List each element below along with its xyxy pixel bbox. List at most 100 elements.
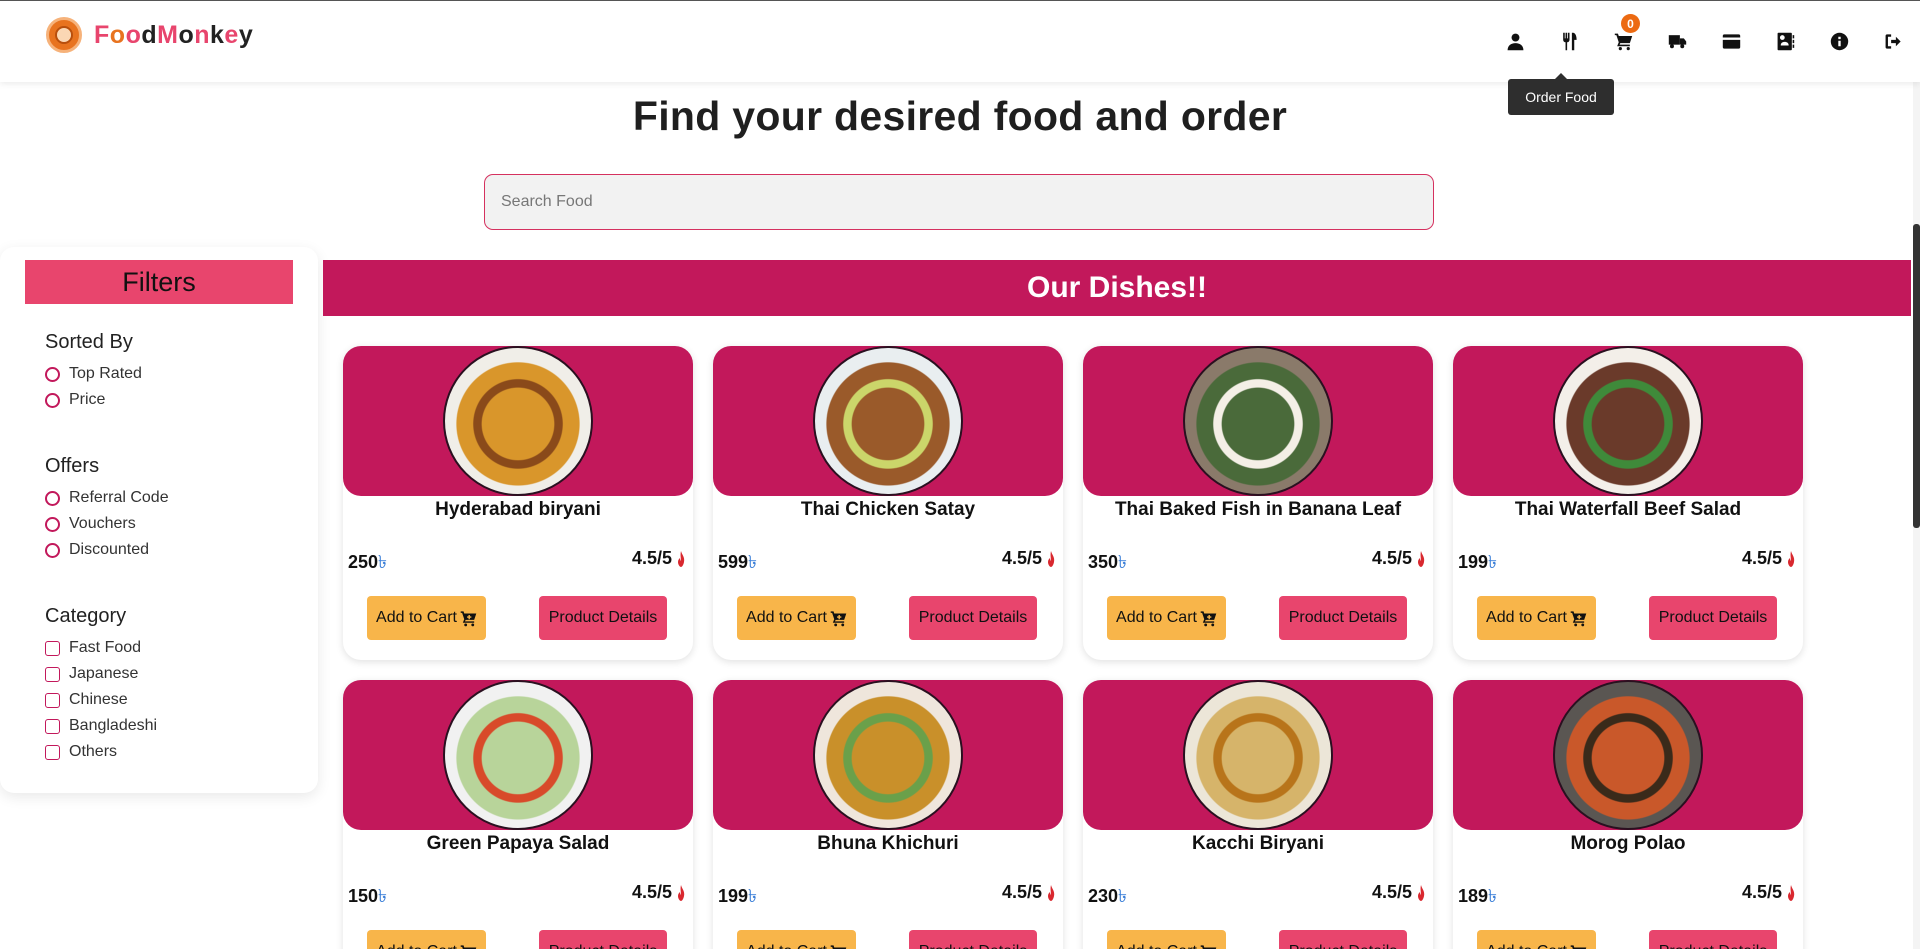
category-option-others[interactable]: Others — [45, 739, 157, 765]
dish-price: 189৳ — [1458, 886, 1498, 906]
dish-image[interactable] — [443, 680, 593, 830]
taka-sign: ৳ — [378, 886, 388, 906]
dish-image[interactable] — [1183, 680, 1333, 830]
add-to-cart-button[interactable]: Add to Cart — [1477, 596, 1596, 640]
radio-button[interactable] — [45, 542, 60, 558]
radio-button[interactable] — [45, 516, 60, 532]
product-details-button[interactable]: Product Details — [909, 930, 1037, 949]
flame-icon — [1788, 550, 1795, 567]
add-to-cart-button[interactable]: Add to Cart — [367, 930, 486, 949]
dish-price: 199৳ — [1458, 552, 1498, 572]
page: FoodMonkey 0 Order Food Find your desire… — [0, 0, 1920, 949]
add-to-cart-button[interactable]: Add to Cart — [737, 596, 856, 640]
dish-name[interactable]: Kacchi Biryani — [1083, 833, 1433, 855]
dish-price: 150৳ — [348, 886, 388, 906]
checkbox[interactable] — [45, 744, 60, 760]
user-icon[interactable] — [1488, 28, 1542, 54]
offer-option-discounted[interactable]: Discounted — [45, 537, 169, 563]
dish-name[interactable]: Bhuna Khichuri — [713, 833, 1063, 855]
logo-icon — [46, 17, 82, 53]
scrollbar[interactable] — [1913, 82, 1920, 949]
checkbox[interactable] — [45, 692, 60, 708]
category-option-fast-food[interactable]: Fast Food — [45, 635, 157, 661]
product-details-button[interactable]: Product Details — [539, 930, 667, 949]
product-details-button[interactable]: Product Details — [539, 596, 667, 640]
brand[interactable]: FoodMonkey — [46, 17, 253, 53]
category-option-bangladeshi[interactable]: Bangladeshi — [45, 713, 157, 739]
credit-card-icon[interactable] — [1704, 28, 1758, 54]
sort-option-price[interactable]: Price — [45, 387, 142, 413]
dish-name[interactable]: Green Papaya Salad — [343, 833, 693, 855]
product-details-button[interactable]: Product Details — [909, 596, 1037, 640]
taka-sign: ৳ — [1118, 886, 1128, 906]
card-header — [343, 680, 693, 830]
info-icon[interactable] — [1812, 28, 1866, 54]
dishes-banner: Our Dishes!! — [323, 260, 1911, 316]
sorted-by-title: Sorted By — [45, 331, 133, 353]
brand-letter: o — [125, 20, 142, 49]
dish-rating: 4.5/5 — [1372, 882, 1425, 903]
product-details-button[interactable]: Product Details — [1279, 596, 1407, 640]
radio-button[interactable] — [45, 392, 60, 408]
add-to-cart-button[interactable]: Add to Cart — [367, 596, 486, 640]
dish-image[interactable] — [1553, 346, 1703, 496]
category-group: Category Fast Food Japanese Chinese Bang… — [45, 605, 157, 765]
add-to-cart-button[interactable]: Add to Cart — [1107, 930, 1226, 949]
taka-sign: ৳ — [1118, 552, 1128, 572]
dish-name[interactable]: Thai Baked Fish in Banana Leaf — [1083, 499, 1433, 521]
utensils-icon[interactable] — [1542, 28, 1596, 54]
sort-option-top-rated[interactable]: Top Rated — [45, 361, 142, 387]
brand-letter: F — [94, 20, 110, 49]
radio-button[interactable] — [45, 366, 60, 382]
truck-icon[interactable] — [1650, 28, 1704, 54]
dish-card: Hyderabad biryani 250৳ 4.5/5 Add to Cart Pro… — [343, 346, 693, 660]
product-details-button[interactable]: Product Details — [1649, 930, 1777, 949]
flame-icon — [1048, 884, 1055, 901]
offer-option-vouchers[interactable]: Vouchers — [45, 511, 169, 537]
brand-letter: o — [109, 20, 126, 49]
search-input[interactable] — [484, 174, 1434, 230]
checkbox[interactable] — [45, 640, 60, 656]
order-food-tooltip: Order Food — [1508, 73, 1614, 115]
add-to-cart-button[interactable]: Add to Cart — [1107, 596, 1226, 640]
dish-image[interactable] — [1183, 346, 1333, 496]
add-to-cart-button[interactable]: Add to Cart — [737, 930, 856, 949]
dish-price: 350৳ — [1088, 552, 1128, 572]
contacts-icon[interactable] — [1758, 28, 1812, 54]
card-header — [1453, 346, 1803, 496]
brand-letter: d — [141, 20, 158, 49]
dish-card: Kacchi Biryani 230৳ 4.5/5 Add to Cart Produc… — [1083, 680, 1433, 949]
dish-card: Morog Polao 189৳ 4.5/5 Add to Cart Product D… — [1453, 680, 1803, 949]
dish-card: Green Papaya Salad 150৳ 4.5/5 Add to Cart Pr… — [343, 680, 693, 949]
dish-name[interactable]: Hyderabad biryani — [343, 499, 693, 521]
dish-name[interactable]: Morog Polao — [1453, 833, 1803, 855]
category-option-japanese[interactable]: Japanese — [45, 661, 157, 687]
radio-button[interactable] — [45, 490, 60, 506]
cart-plus-icon — [1200, 944, 1217, 949]
card-header — [713, 346, 1063, 496]
checkbox[interactable] — [45, 718, 60, 734]
sorted-by-group: Sorted By Top Rated Price — [45, 331, 142, 413]
cart-plus-icon — [1570, 610, 1587, 627]
dish-name[interactable]: Thai Waterfall Beef Salad — [1453, 499, 1803, 521]
filters-panel: Filters Sorted By Top Rated Price Offers… — [0, 247, 318, 793]
dish-image[interactable] — [813, 680, 963, 830]
offer-option-referral-code[interactable]: Referral Code — [45, 485, 169, 511]
taka-sign: ৳ — [748, 552, 758, 572]
cart-icon[interactable]: 0 — [1596, 14, 1650, 54]
dish-image[interactable] — [443, 346, 593, 496]
product-details-button[interactable]: Product Details — [1649, 596, 1777, 640]
dish-name[interactable]: Thai Chicken Satay — [713, 499, 1063, 521]
scrollbar-thumb[interactable] — [1913, 224, 1920, 528]
dish-image[interactable] — [1553, 680, 1703, 830]
page-title: Find your desired food and order — [632, 93, 1288, 139]
product-details-button[interactable]: Product Details — [1279, 930, 1407, 949]
flame-icon — [678, 550, 685, 567]
add-to-cart-button[interactable]: Add to Cart — [1477, 930, 1596, 949]
dish-image[interactable] — [813, 346, 963, 496]
flame-icon — [1418, 884, 1425, 901]
category-option-chinese[interactable]: Chinese — [45, 687, 157, 713]
flame-icon — [1418, 550, 1425, 567]
logout-icon[interactable] — [1866, 28, 1920, 54]
checkbox[interactable] — [45, 666, 60, 682]
